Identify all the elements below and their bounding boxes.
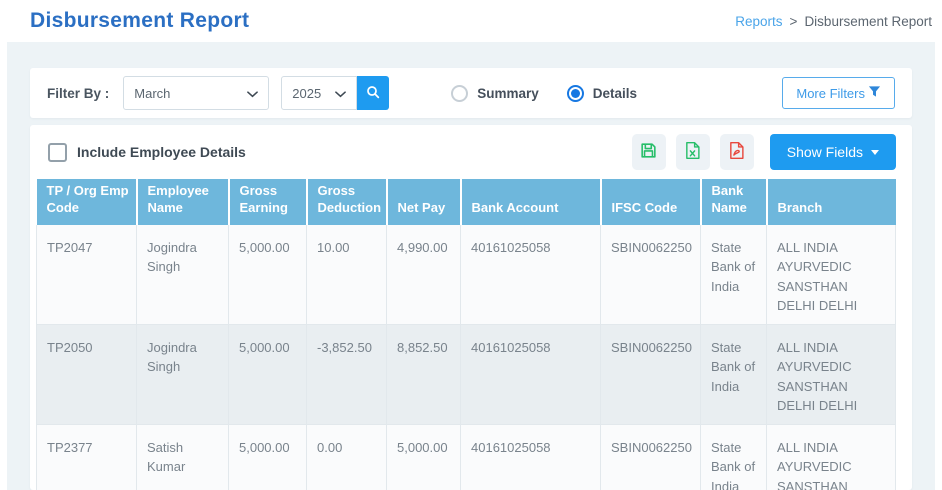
table-cell: 40161025058 bbox=[461, 225, 601, 325]
column-header: Bank Name bbox=[701, 179, 767, 225]
table-cell: TP2047 bbox=[37, 225, 137, 325]
table-cell: SBIN0062250 bbox=[601, 225, 701, 325]
view-mode-radio-group: Summary Details bbox=[451, 85, 637, 102]
table-cell: -3,852.50 bbox=[307, 324, 387, 424]
radio-option-details[interactable]: Details bbox=[567, 85, 637, 102]
table-cell: ALL INDIA AYURVEDIC SANSTHAN DELHI DELHI bbox=[767, 225, 896, 325]
table-cell: Satish Kumar bbox=[137, 424, 229, 490]
column-header: Branch bbox=[767, 179, 896, 225]
show-fields-button[interactable]: Show Fields bbox=[770, 134, 896, 170]
disbursement-table: TP / Org Emp CodeEmployee NameGross Earn… bbox=[36, 179, 896, 490]
column-header: Net Pay bbox=[387, 179, 461, 225]
year-select-value: 2025 bbox=[292, 86, 321, 101]
table-cell: 8,852.50 bbox=[387, 324, 461, 424]
page-title: Disbursement Report bbox=[30, 9, 249, 33]
table-cell: State Bank of India bbox=[701, 225, 767, 325]
table-cell: 40161025058 bbox=[461, 424, 601, 490]
year-select[interactable]: 2025 bbox=[281, 76, 357, 110]
search-button[interactable] bbox=[357, 76, 389, 110]
table-body: TP2047Jogindra Singh5,000.0010.004,990.0… bbox=[37, 225, 896, 490]
table-header-row: TP / Org Emp CodeEmployee NameGross Earn… bbox=[37, 179, 896, 225]
table-cell: ALL INDIA AYURVEDIC SANSTHAN DELHI DELHI bbox=[767, 324, 896, 424]
caret-down-icon bbox=[871, 150, 879, 155]
radio-option-summary[interactable]: Summary bbox=[451, 85, 539, 102]
top-bar: Disbursement Report Reports > Disburseme… bbox=[0, 0, 942, 42]
filter-bar: Filter By : March 2025 bbox=[30, 68, 912, 118]
breadcrumb-current: Disbursement Report bbox=[804, 14, 932, 29]
report-card: Include Employee Details bbox=[30, 125, 912, 490]
filter-by-label: Filter By : bbox=[47, 86, 109, 101]
table-cell: 5,000.00 bbox=[229, 424, 307, 490]
table-cell: 5,000.00 bbox=[387, 424, 461, 490]
radio-summary[interactable] bbox=[451, 85, 468, 102]
save-icon bbox=[639, 141, 658, 163]
search-icon bbox=[365, 84, 381, 103]
page-background: Filter By : March 2025 bbox=[7, 42, 935, 490]
excel-icon bbox=[684, 141, 701, 163]
breadcrumb: Reports > Disbursement Report bbox=[735, 14, 932, 29]
include-employee-details-label: Include Employee Details bbox=[77, 144, 246, 160]
table-cell: Jogindra Singh bbox=[137, 225, 229, 325]
pdf-icon bbox=[728, 141, 745, 163]
more-filters-label: More Filters bbox=[796, 86, 865, 101]
column-header: Employee Name bbox=[137, 179, 229, 225]
save-button[interactable] bbox=[632, 134, 666, 170]
table-cell: 10.00 bbox=[307, 225, 387, 325]
table-cell: 40161025058 bbox=[461, 324, 601, 424]
breadcrumb-separator: > bbox=[790, 14, 798, 29]
more-filters-button[interactable]: More Filters bbox=[782, 77, 895, 109]
column-header: Gross Earning bbox=[229, 179, 307, 225]
table-cell: Jogindra Singh bbox=[137, 324, 229, 424]
table-cell: 0.00 bbox=[307, 424, 387, 490]
table-row: TP2050Jogindra Singh5,000.00-3,852.508,8… bbox=[37, 324, 896, 424]
table-cell: ALL INDIA AYURVEDIC SANSTHAN DELHI DELHI bbox=[767, 424, 896, 490]
table-cell: 5,000.00 bbox=[229, 225, 307, 325]
export-excel-button[interactable] bbox=[676, 134, 710, 170]
radio-details[interactable] bbox=[567, 85, 584, 102]
chevron-down-icon bbox=[335, 86, 346, 101]
chevron-down-icon bbox=[247, 86, 258, 101]
filter-funnel-icon bbox=[868, 85, 881, 101]
table-cell: TP2377 bbox=[37, 424, 137, 490]
month-select[interactable]: March bbox=[123, 76, 269, 110]
table-cell: State Bank of India bbox=[701, 324, 767, 424]
column-header: Gross Deduction bbox=[307, 179, 387, 225]
column-header: Bank Account bbox=[461, 179, 601, 225]
radio-details-label: Details bbox=[593, 86, 637, 101]
column-header: IFSC Code bbox=[601, 179, 701, 225]
table-cell: SBIN0062250 bbox=[601, 324, 701, 424]
table-cell: State Bank of India bbox=[701, 424, 767, 490]
breadcrumb-link-reports[interactable]: Reports bbox=[735, 14, 782, 29]
table-row: TP2377Satish Kumar5,000.000.005,000.0040… bbox=[37, 424, 896, 490]
table-cell: TP2050 bbox=[37, 324, 137, 424]
column-header: TP / Org Emp Code bbox=[37, 179, 137, 225]
radio-summary-label: Summary bbox=[477, 86, 539, 101]
show-fields-label: Show Fields bbox=[787, 144, 863, 160]
table-cell: SBIN0062250 bbox=[601, 424, 701, 490]
include-employee-details-checkbox[interactable] bbox=[48, 143, 67, 162]
export-actions: Show Fields bbox=[632, 134, 896, 170]
month-select-value: March bbox=[134, 86, 170, 101]
disbursement-report-page: Disbursement Report Reports > Disburseme… bbox=[0, 0, 942, 490]
table-cell: 5,000.00 bbox=[229, 324, 307, 424]
table-cell: 4,990.00 bbox=[387, 225, 461, 325]
export-pdf-button[interactable] bbox=[720, 134, 754, 170]
table-toolbar: Include Employee Details bbox=[36, 125, 896, 179]
table-row: TP2047Jogindra Singh5,000.0010.004,990.0… bbox=[37, 225, 896, 325]
